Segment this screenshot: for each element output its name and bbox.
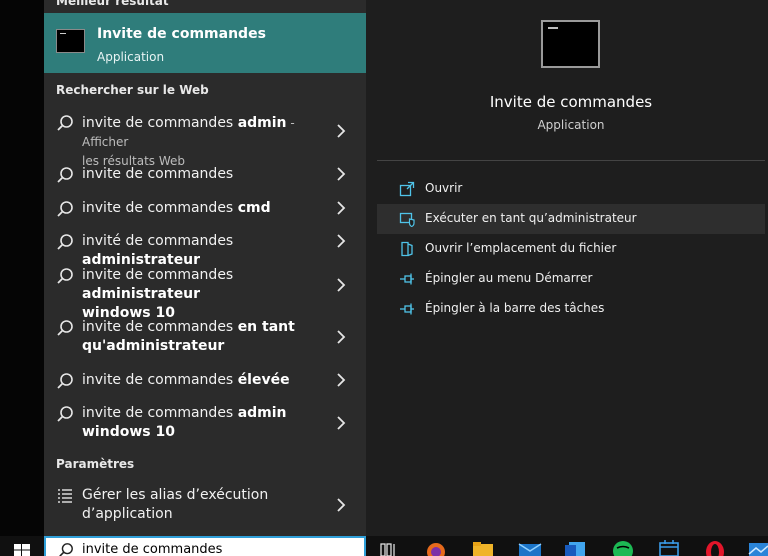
- action-pin-taskbar[interactable]: Épingler à la barre des tâches: [377, 294, 765, 324]
- action-label: Épingler à la barre des tâches: [425, 301, 605, 315]
- file-explorer-icon[interactable]: [472, 540, 494, 556]
- web-result-7[interactable]: invite de commandes admin windows 10: [44, 403, 366, 445]
- opera-icon[interactable]: [704, 540, 726, 556]
- search-icon: [57, 167, 73, 183]
- chevron-right-icon: [337, 201, 346, 215]
- shield-icon: [399, 212, 415, 227]
- web-result-1[interactable]: invite de commandes: [44, 164, 366, 188]
- web-result-text: invite de commandes élevée: [82, 372, 290, 388]
- windows-start-icon[interactable]: [14, 544, 30, 556]
- section-settings: Paramètres: [56, 457, 135, 471]
- web-result-text: invite de commandes en tant qu'administra…: [82, 319, 295, 354]
- action-open[interactable]: Ouvrir: [377, 174, 765, 204]
- preview-subtitle: Application: [537, 118, 605, 132]
- settings-result-text: Gérer les alias d’exécution d’application: [82, 487, 269, 522]
- web-result-text: invite de commandes cmd: [82, 200, 271, 216]
- chevron-right-icon: [337, 278, 346, 292]
- search-icon: [57, 320, 73, 336]
- command-prompt-icon: [56, 29, 85, 53]
- list-settings-icon: [58, 489, 72, 503]
- search-input[interactable]: [82, 541, 342, 556]
- search-icon: [57, 268, 73, 284]
- search-icon: [57, 373, 73, 389]
- section-web-search: Rechercher sur le Web: [56, 83, 209, 97]
- chevron-right-icon: [337, 330, 346, 344]
- chevron-right-icon: [337, 373, 346, 387]
- action-label: Ouvrir l’emplacement du fichier: [425, 241, 617, 255]
- photos-icon[interactable]: [748, 540, 768, 556]
- web-result-2[interactable]: invite de commandes cmd: [44, 198, 366, 222]
- best-match-result[interactable]: Invite de commandes Application: [44, 13, 366, 73]
- open-icon: [399, 181, 415, 197]
- best-match-subtitle: Application: [97, 50, 165, 64]
- chevron-right-icon: [337, 167, 346, 181]
- task-view-icon[interactable]: [380, 540, 398, 556]
- web-result-text: invite de commandes: [82, 166, 234, 182]
- desktop-left-edge: [0, 0, 44, 536]
- settings-result-aliases[interactable]: Gérer les alias d’exécution d’application: [44, 485, 366, 527]
- action-open-file-location[interactable]: Ouvrir l’emplacement du fichier: [377, 234, 765, 264]
- spotify-icon[interactable]: [612, 540, 634, 556]
- web-result-text: invite de commandes admin windows 10: [82, 405, 287, 440]
- action-label: Ouvrir: [425, 181, 463, 195]
- chevron-right-icon: [337, 498, 346, 512]
- chevron-right-icon: [337, 124, 346, 138]
- web-result-4[interactable]: invite de commandes administrateur window…: [44, 265, 366, 321]
- web-result-0[interactable]: invite de commandes admin - Afficher les …: [44, 112, 366, 168]
- word-icon[interactable]: [564, 540, 586, 556]
- action-label: Épingler au menu Démarrer: [425, 271, 593, 285]
- preview-divider: [377, 160, 765, 161]
- mail-icon[interactable]: [518, 540, 542, 556]
- section-best-match: Meilleur résultat: [56, 0, 169, 8]
- search-icon: [57, 201, 73, 217]
- firefox-icon[interactable]: [426, 540, 446, 556]
- calendar-icon[interactable]: [658, 540, 680, 556]
- web-result-text: invite de commandes administrateur window…: [82, 267, 234, 321]
- preview-title: Invite de commandes: [489, 93, 653, 111]
- chevron-right-icon: [337, 234, 346, 248]
- preview-pane: Invite de commandes Application Ouvrir E…: [366, 0, 768, 536]
- action-run-as-admin[interactable]: Exécuter en tant qu’administrateur: [377, 204, 765, 234]
- web-result-6[interactable]: invite de commandes élevée: [44, 370, 366, 394]
- search-icon: [57, 406, 73, 422]
- taskbar-search-box[interactable]: [44, 536, 366, 556]
- best-match-title: Invite de commandes: [97, 26, 266, 42]
- web-result-3[interactable]: invité de commandes administrateur: [44, 231, 366, 268]
- action-label: Exécuter en tant qu’administrateur: [425, 211, 637, 225]
- search-icon: [57, 234, 73, 250]
- pin-icon: [400, 273, 414, 285]
- web-result-5[interactable]: invite de commandes en tant qu'administra…: [44, 317, 366, 359]
- search-results-pane: Meilleur résultat Invite de commandes Ap…: [44, 0, 366, 536]
- web-result-text: invite de commandes admin - Afficher les …: [82, 115, 295, 168]
- search-icon: [57, 115, 73, 131]
- command-prompt-icon: [541, 20, 600, 68]
- folder-icon: [401, 241, 413, 257]
- pin-icon: [400, 303, 414, 315]
- action-pin-start[interactable]: Épingler au menu Démarrer: [377, 264, 765, 294]
- search-icon: [59, 543, 73, 556]
- chevron-right-icon: [337, 416, 346, 430]
